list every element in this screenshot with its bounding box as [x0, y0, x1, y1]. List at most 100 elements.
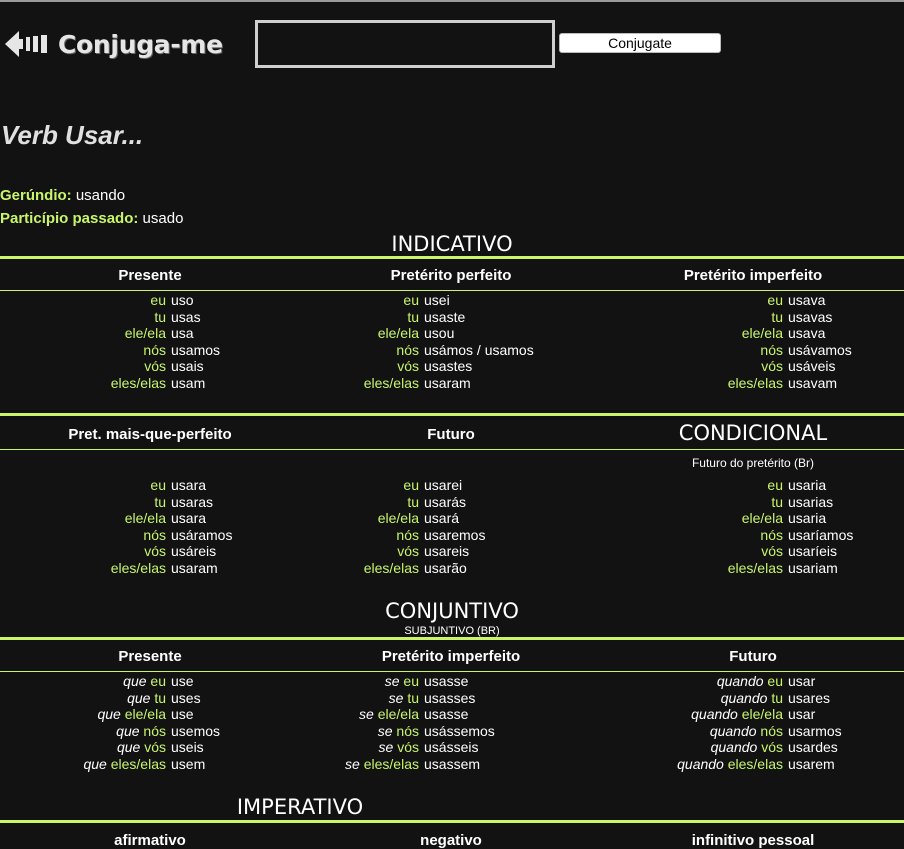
conjunction-prefix: quando: [691, 706, 738, 722]
pronoun: eu: [767, 673, 783, 689]
tense-heading-presente: Presente: [118, 267, 182, 284]
pronoun: tu: [771, 493, 783, 510]
pronoun: vós: [761, 543, 783, 559]
conjugation-row: eles/elas usariam: [0, 560, 853, 577]
tense-heading-conj-presente: Presente: [118, 648, 182, 665]
conjugation-row: nós usávamos: [0, 341, 852, 359]
pronoun: eles/elas: [727, 559, 783, 576]
verb-form: usavas: [788, 308, 833, 325]
pronoun: nós: [760, 526, 783, 543]
verb-form: usarem: [788, 755, 835, 772]
conjugation-imperfeito: eu usava tu usavas ele/ela usava nós usávamos vó…: [0, 292, 852, 391]
pronoun: ele/ela: [741, 510, 783, 526]
conjugation-row: quando nós usarmos: [0, 723, 842, 740]
logo-text: Conjuga-me: [58, 29, 223, 59]
conjugation-row: ele/ela usaria: [0, 510, 853, 527]
conjugation-row: eu usava: [0, 292, 852, 309]
pronoun-cell: quando vós: [0, 739, 783, 756]
conjugate-button[interactable]: Conjugate: [559, 33, 721, 53]
conjunction-prefix: quando: [720, 689, 768, 706]
pronoun-cell: eu: [0, 477, 783, 494]
imperativo-heading-afirmativo: afirmativo: [114, 832, 186, 849]
verb-form: usariam: [788, 559, 838, 576]
conjugation-row: nós usaríamos: [0, 527, 853, 544]
divider: [0, 290, 904, 291]
participio-label: Particípio passado:: [0, 210, 139, 227]
top-border: [0, 0, 904, 2]
verb-form: usarias: [788, 493, 834, 510]
pronoun: nós: [760, 341, 783, 358]
conjugation-row: vós usaríeis: [0, 543, 853, 560]
pronoun: eu: [767, 477, 783, 493]
verb-form: usar: [788, 706, 816, 722]
verb-form: usaria: [788, 510, 827, 526]
participio-value: usado: [142, 210, 184, 227]
pronoun-cell: quando tu: [0, 690, 783, 707]
pronoun-cell: ele/ela: [0, 510, 783, 527]
pronoun-cell: quando nós: [0, 723, 783, 740]
verb-form: usardes: [788, 739, 838, 755]
pronoun-cell: tu: [0, 309, 783, 326]
conjugation-row: tu usavas: [0, 309, 852, 326]
verb-title: Verb Usar...: [1, 120, 144, 150]
section-title-imperativo: IMPERATIVO: [236, 795, 364, 819]
verb-form: usares: [788, 689, 831, 706]
conjugation-row: quando eles/elas usarem: [0, 756, 842, 773]
participio-line: Particípio passado: usado: [0, 210, 183, 227]
verb-form: usava: [788, 292, 826, 308]
pronoun: eles/elas: [727, 374, 783, 391]
gerundio-label: Gerúndio:: [0, 187, 72, 204]
conjugation-row: quando eu usar: [0, 673, 842, 690]
pronoun-cell: vós: [0, 543, 783, 560]
conjugation-row: eu usaria: [0, 477, 853, 494]
conjugation-conj-futuro: quando eu usar quando tu usares quando ele/e…: [0, 673, 842, 772]
section-title-indicativo: INDICATIVO: [391, 232, 513, 256]
tense-heading-futuro: Futuro: [427, 426, 475, 443]
pronoun: ele/ela: [741, 706, 783, 722]
pronoun-cell: eles/elas: [0, 375, 783, 392]
pronoun-cell: quando eu: [0, 673, 783, 690]
verb-form: usaríamos: [788, 526, 854, 543]
divider: [0, 413, 904, 416]
pronoun-cell: tu: [0, 494, 783, 511]
tense-heading-conj-imperfeito: Pretérito imperfeito: [381, 648, 521, 665]
condicional-note: Futuro do pretérito (Br): [691, 456, 815, 470]
pronoun-cell: quando ele/ela: [0, 706, 783, 723]
pronoun: ele/ela: [741, 325, 783, 341]
verb-form: usáveis: [788, 358, 836, 374]
divider: [0, 449, 904, 450]
verb-form: usaria: [788, 477, 827, 493]
conjugation-row: tu usarias: [0, 494, 853, 511]
conjugation-condicional: eu usaria tu usarias ele/ela usaria nós usaríam…: [0, 477, 854, 577]
tense-heading-imperfeito: Pretérito imperfeito: [683, 267, 823, 284]
verb-form: usávamos: [788, 341, 852, 358]
conjugation-row: eles/elas usavam: [0, 375, 852, 392]
pronoun-cell: quando eles/elas: [0, 756, 783, 773]
pronoun-cell: eu: [0, 292, 783, 309]
pronoun: nós: [760, 722, 783, 739]
verb-form: usaríeis: [788, 543, 838, 559]
verb-search-input[interactable]: [255, 20, 555, 68]
verb-form: usar: [788, 673, 816, 689]
conjunction-prefix: quando: [677, 755, 724, 772]
pronoun: eu: [767, 292, 783, 308]
conjunction-prefix: quando: [710, 739, 758, 755]
logo[interactable]: Conjuga-me: [4, 22, 230, 66]
tense-heading-perfeito: Pretérito perfeito: [390, 267, 512, 284]
conjugation-row: vós usáveis: [0, 358, 852, 375]
gerundio-line: Gerúndio: usando: [0, 187, 125, 204]
gerundio-value: usando: [75, 187, 126, 204]
verb-form: usavam: [788, 374, 838, 391]
tense-heading-conj-futuro: Futuro: [729, 648, 777, 665]
tense-heading-mais-que-perfeito: Pret. mais-que-perfeito: [68, 426, 232, 443]
pronoun-cell: ele/ela: [0, 325, 783, 342]
pronoun-cell: nós: [0, 342, 783, 359]
verb-form: usava: [788, 325, 826, 341]
pronoun: eles/elas: [727, 755, 783, 772]
conjugation-row: quando ele/ela usar: [0, 706, 842, 723]
section-subtitle-subjuntivo: SUBJUNTIVO (BR): [404, 625, 500, 637]
back-arrow-icon: [5, 31, 47, 57]
conjugation-row: ele/ela usava: [0, 325, 852, 342]
conjunction-prefix: quando: [716, 673, 764, 689]
pronoun-cell: vós: [0, 358, 783, 375]
